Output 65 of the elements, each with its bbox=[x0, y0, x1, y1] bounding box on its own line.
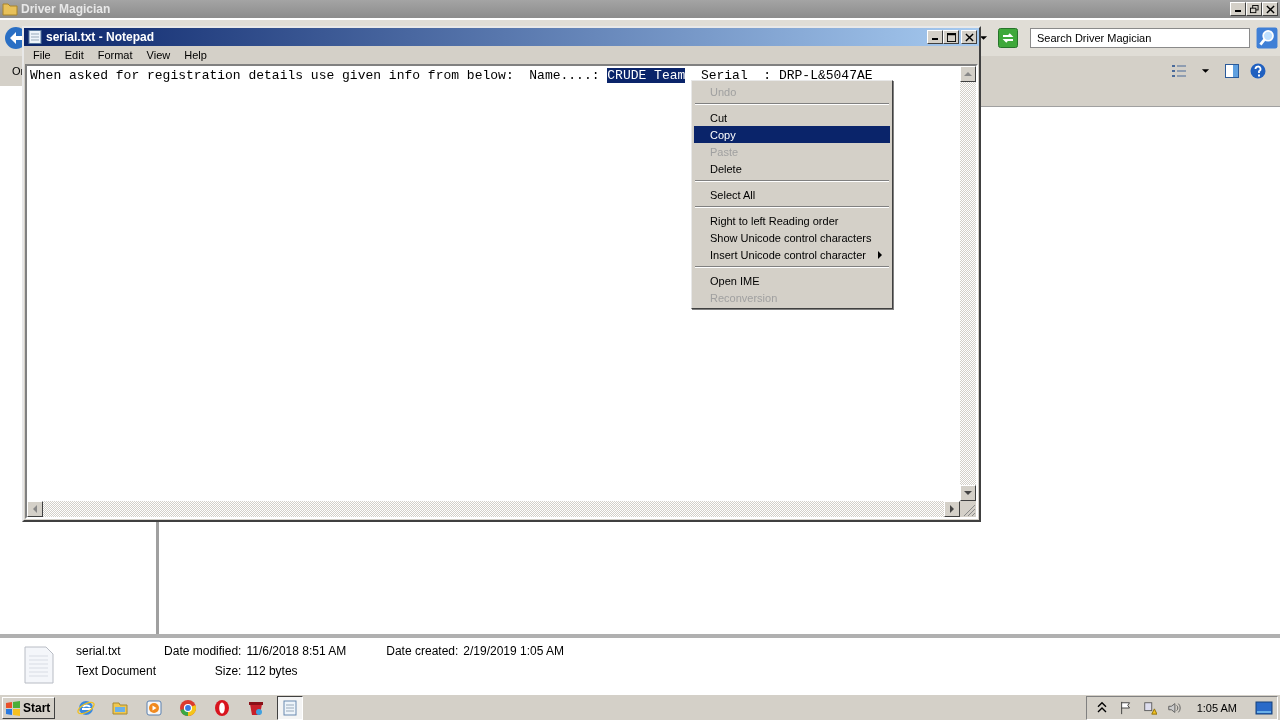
document-icon bbox=[24, 646, 54, 684]
network-warning-icon[interactable] bbox=[1142, 700, 1157, 716]
menu-item[interactable]: Right to left Reading order bbox=[694, 212, 890, 229]
file-type: Text Document bbox=[76, 664, 157, 678]
flag-icon[interactable] bbox=[1118, 700, 1133, 716]
resize-grip-icon[interactable] bbox=[960, 501, 976, 517]
property-value: 2/19/2019 1:05 AM bbox=[463, 644, 565, 658]
vertical-scrollbar[interactable] bbox=[960, 66, 976, 501]
property-value: 112 bytes bbox=[246, 664, 299, 678]
search-field[interactable]: Search Driver Magician bbox=[1030, 28, 1250, 48]
menu-item[interactable]: Edit bbox=[57, 49, 91, 61]
preview-pane-icon[interactable] bbox=[1224, 63, 1240, 79]
document-text: When asked for registration details use given info from below: Name....: CRUDE Team Serial : DRP-L&5047AE bbox=[30, 68, 873, 83]
scroll-down-button[interactable] bbox=[960, 485, 976, 501]
file-name: serial.txt bbox=[76, 644, 121, 658]
menu-item[interactable]: Open IME bbox=[694, 272, 890, 289]
scroll-right-button[interactable] bbox=[944, 501, 960, 517]
menu-item[interactable]: View bbox=[139, 49, 178, 61]
menu-item[interactable]: Copy bbox=[694, 126, 890, 143]
minimize-button[interactable] bbox=[1230, 2, 1246, 16]
window-title: Driver Magician bbox=[21, 2, 112, 16]
menu-item[interactable]: Cut bbox=[694, 109, 890, 126]
close-icon bbox=[964, 32, 974, 42]
show-desktop-icon[interactable] bbox=[1255, 700, 1273, 716]
menu-item[interactable]: File bbox=[26, 49, 58, 61]
search-icon[interactable] bbox=[1256, 27, 1278, 49]
clock[interactable]: 1:05 AM bbox=[1196, 702, 1237, 714]
scroll-up-button[interactable] bbox=[960, 66, 976, 82]
left-arrow-icon bbox=[31, 505, 39, 513]
close-button[interactable] bbox=[961, 30, 977, 44]
window-title: serial.txt - Notepad bbox=[46, 30, 155, 44]
four-pane-logo-icon bbox=[5, 700, 21, 716]
maximize-icon bbox=[946, 32, 956, 42]
up-arrow-icon bbox=[964, 70, 972, 78]
property-label: Date created: bbox=[386, 644, 459, 658]
menu-item[interactable]: Help bbox=[177, 49, 214, 61]
refresh-button[interactable] bbox=[998, 28, 1018, 48]
maximize-button[interactable] bbox=[943, 30, 959, 44]
menu-item[interactable]: Delete bbox=[694, 160, 890, 177]
close-button[interactable] bbox=[1262, 2, 1278, 16]
minimize-icon bbox=[1235, 10, 1241, 12]
horizontal-scrollbar[interactable] bbox=[27, 501, 960, 517]
start-button[interactable]: Start bbox=[2, 697, 56, 719]
minimize-icon bbox=[932, 38, 938, 40]
property-label: Size: bbox=[213, 664, 242, 678]
help-icon[interactable] bbox=[1250, 63, 1266, 79]
menu-item[interactable]: Insert Unicode control character bbox=[694, 246, 890, 263]
menu-item[interactable]: Select All bbox=[694, 186, 890, 203]
caret-icon[interactable] bbox=[1201, 68, 1210, 74]
notepad-icon bbox=[27, 29, 43, 45]
restore-button[interactable] bbox=[1246, 2, 1262, 16]
minimize-button[interactable] bbox=[927, 30, 943, 44]
property-label: Date modified: bbox=[164, 644, 242, 658]
down-arrow-icon bbox=[964, 489, 972, 497]
right-arrow-icon bbox=[948, 505, 956, 513]
taskbar-notepad-icon[interactable] bbox=[277, 696, 304, 720]
caret-icon[interactable] bbox=[979, 35, 988, 41]
menu-item[interactable]: Show Unicode control characters bbox=[694, 229, 890, 246]
view-list-icon[interactable] bbox=[1171, 63, 1187, 79]
property-value: 11/6/2018 8:51 AM bbox=[246, 644, 347, 658]
close-icon bbox=[1265, 4, 1275, 14]
speaker-icon[interactable] bbox=[1166, 700, 1181, 716]
menu-item[interactable]: Format bbox=[90, 49, 140, 61]
scroll-left-button[interactable] bbox=[27, 501, 43, 517]
restore-icon bbox=[1249, 4, 1259, 14]
